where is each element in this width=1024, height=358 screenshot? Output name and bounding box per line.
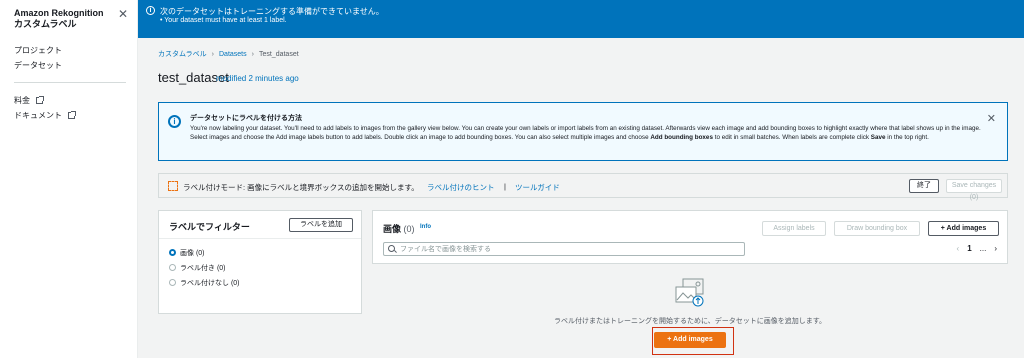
chevron-left-icon[interactable]: ‹ bbox=[957, 244, 960, 253]
assign-labels-button[interactable]: Assign labels bbox=[762, 221, 826, 236]
images-title-text: 画像 bbox=[383, 224, 402, 234]
error-flash-banner: i 次のデータセットはトレーニングする準備ができていません。 • Your da… bbox=[138, 0, 1024, 38]
sidebar-item-projects[interactable]: プロジェクト bbox=[14, 45, 62, 56]
filter-panel-title: ラベルでフィルター bbox=[169, 222, 250, 232]
close-icon[interactable]: ✕ bbox=[987, 112, 996, 125]
close-icon[interactable]: ✕ bbox=[118, 8, 128, 20]
upload-image-icon bbox=[675, 278, 704, 307]
sidebar-title-line2: カスタムラベル bbox=[14, 19, 77, 29]
highlight-box bbox=[652, 327, 734, 355]
info-icon: i bbox=[168, 115, 181, 128]
pagination: ‹ 1... › bbox=[949, 244, 997, 253]
info-alert-title: データセットにラベルを付ける方法 bbox=[190, 115, 302, 122]
add-label-button[interactable]: ラベルを追加 bbox=[289, 218, 353, 232]
external-link-icon bbox=[68, 111, 76, 119]
flash-item-text: Your dataset must have at least 1 label. bbox=[164, 17, 287, 24]
info-body-text: to edit in small batches. When labels ar… bbox=[712, 134, 871, 141]
radio-unselected[interactable] bbox=[169, 264, 176, 271]
radio-unselected[interactable] bbox=[169, 279, 176, 286]
sidebar-title: Amazon Rekognition カスタムラベル bbox=[14, 8, 104, 30]
filter-option-unlabeled[interactable]: ラベル付けなし (0) bbox=[169, 278, 240, 288]
filter-panel-header: ラベルでフィルター ラベルを追加 bbox=[159, 211, 361, 239]
page-number[interactable]: 1 bbox=[967, 244, 971, 253]
radio-selected[interactable] bbox=[169, 249, 176, 256]
chevron-right-icon[interactable]: › bbox=[994, 244, 997, 253]
sidebar-item-pricing-label: 料金 bbox=[14, 96, 30, 105]
chevron-right-icon: › bbox=[251, 51, 254, 58]
sidebar-item-documentation-label: ドキュメント bbox=[14, 111, 62, 120]
exit-button[interactable]: 終了 bbox=[909, 179, 939, 193]
bounding-box-icon bbox=[168, 181, 178, 191]
images-panel-header: 画像 (0) Info Assign labels Draw bounding … bbox=[372, 210, 1008, 264]
sidebar-item-documentation[interactable]: ドキュメント bbox=[14, 110, 76, 121]
filter-option-all-images[interactable]: 画像 (0) bbox=[169, 248, 205, 258]
flash-item: • Your dataset must have at least 1 labe… bbox=[160, 17, 287, 24]
labeling-mode-bar: ラベル付けモード: 画像にラベルと境界ボックスの追加を開始します。 ラベル付けの… bbox=[158, 173, 1008, 201]
sidebar-item-datasets[interactable]: データセット bbox=[14, 60, 62, 71]
sidebar: Amazon Rekognition カスタムラベル ✕ プロジェクト データセ… bbox=[0, 0, 138, 358]
labeling-tips-link[interactable]: ラベル付けのヒント bbox=[427, 182, 495, 193]
breadcrumb-custom-labels[interactable]: カスタムラベル bbox=[158, 51, 207, 58]
info-icon: i bbox=[146, 6, 155, 15]
filter-option-labeled[interactable]: ラベル付き (0) bbox=[169, 263, 226, 273]
breadcrumb-current: Test_dataset bbox=[258, 51, 299, 58]
labeling-mode-text: ラベル付けモード: 画像にラベルと境界ボックスの追加を開始します。 bbox=[183, 183, 419, 192]
info-body-bold: Save bbox=[870, 134, 886, 141]
sidebar-item-pricing[interactable]: 料金 bbox=[14, 95, 44, 106]
info-alert-body: You're now labeling your dataset. You'll… bbox=[190, 124, 990, 142]
filter-option-label: 画像 (0) bbox=[180, 250, 205, 257]
info-link[interactable]: Info bbox=[420, 224, 431, 230]
chevron-right-icon: › bbox=[211, 51, 214, 58]
add-images-button[interactable]: + Add images bbox=[928, 221, 999, 236]
label-filter-panel: ラベルでフィルター ラベルを追加 画像 (0) ラベル付き (0) ラベル付けな… bbox=[158, 210, 362, 314]
link-separator: | bbox=[504, 182, 506, 191]
page-ellipsis: ... bbox=[979, 244, 987, 253]
sidebar-title-line1: Amazon Rekognition bbox=[14, 8, 104, 18]
info-alert: i データセットにラベルを付ける方法 You're now labeling y… bbox=[158, 102, 1008, 161]
external-link-icon bbox=[36, 96, 44, 104]
search-icon bbox=[388, 245, 395, 252]
images-panel-title: 画像 (0) bbox=[383, 222, 415, 235]
save-changes-button[interactable]: Save changes (0) bbox=[946, 179, 1002, 201]
breadcrumb-datasets[interactable]: Datasets bbox=[219, 51, 247, 58]
draw-bounding-box-button[interactable]: Draw bounding box bbox=[834, 221, 920, 236]
images-count: (0) bbox=[403, 224, 415, 234]
breadcrumb: カスタムラベル › Datasets › Test_dataset bbox=[158, 49, 299, 59]
page-subtitle: modified 2 minutes ago bbox=[216, 74, 299, 83]
empty-state-text: ラベル付けまたはトレーニングを開始するために、データセットに画像を追加します。 bbox=[553, 318, 827, 325]
flash-title: 次のデータセットはトレーニングする準備ができていません。 bbox=[160, 7, 384, 16]
info-body-bold: Add bounding boxes bbox=[650, 134, 713, 141]
tool-guide-link[interactable]: ツールガイド bbox=[515, 182, 560, 193]
image-search-input[interactable] bbox=[400, 244, 740, 254]
filter-option-label: ラベル付き (0) bbox=[180, 265, 226, 272]
sidebar-divider bbox=[14, 82, 126, 83]
info-body-text: in the top right. bbox=[885, 134, 929, 141]
image-search-box[interactable] bbox=[383, 242, 745, 256]
filter-option-label: ラベル付けなし (0) bbox=[180, 280, 240, 287]
